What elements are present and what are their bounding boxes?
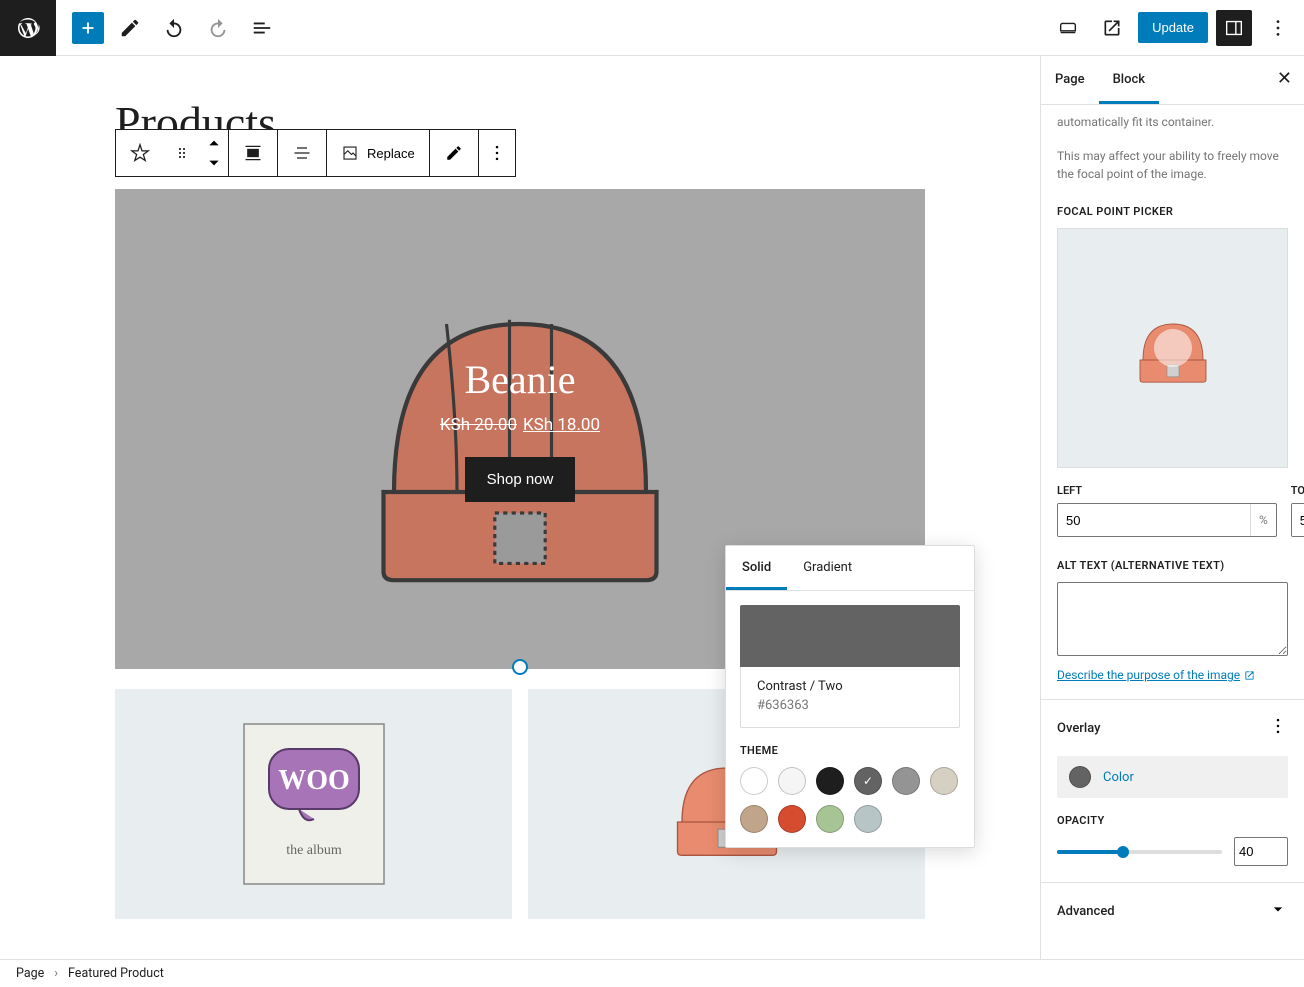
opacity-label: OPACITY (1057, 814, 1288, 827)
drag-handle[interactable] (164, 130, 200, 176)
add-block-button[interactable] (72, 12, 104, 44)
replace-button[interactable]: Replace (327, 130, 429, 176)
gradient-tab[interactable]: Gradient (787, 546, 868, 590)
selected-color-swatch[interactable] (740, 605, 960, 667)
align-button[interactable] (229, 130, 277, 176)
theme-color-swatch[interactable] (816, 805, 844, 833)
top-toolbar: Update (0, 0, 1304, 56)
left-input[interactable] (1058, 504, 1250, 536)
overlay-panel-header[interactable]: Overlay (1041, 699, 1304, 756)
focal-note: This may affect your ability to freely m… (1057, 147, 1288, 183)
opacity-input[interactable] (1234, 837, 1288, 866)
theme-color-swatch[interactable] (892, 767, 920, 795)
color-hex: #636363 (757, 698, 943, 713)
more-options-button[interactable] (479, 130, 515, 176)
featured-product-price[interactable]: KSh 20.00KSh 18.00 (440, 415, 600, 435)
overlay-color-swatch (1069, 766, 1091, 788)
theme-color-swatch[interactable] (740, 805, 768, 833)
edit-button[interactable] (430, 130, 478, 176)
redo-button[interactable] (200, 10, 236, 46)
block-breadcrumb: Page › Featured Product (0, 959, 1304, 987)
alt-text-input[interactable] (1057, 582, 1288, 656)
page-tab[interactable]: Page (1041, 56, 1099, 104)
undo-button[interactable] (156, 10, 192, 46)
fit-note: automatically fit its container. (1057, 113, 1288, 131)
advanced-panel-header[interactable]: Advanced (1041, 882, 1304, 939)
theme-colors-label: THEME (740, 744, 960, 757)
view-button[interactable] (1050, 10, 1086, 46)
document-overview-button[interactable] (244, 10, 280, 46)
shop-now-button[interactable]: Shop now (465, 457, 576, 502)
overlay-options-icon[interactable] (1268, 716, 1288, 740)
breadcrumb-featured-product[interactable]: Featured Product (68, 966, 164, 981)
featured-product-title[interactable]: Beanie (464, 356, 575, 403)
theme-color-swatch[interactable] (778, 767, 806, 795)
opacity-slider[interactable] (1057, 850, 1222, 854)
solid-tab[interactable]: Solid (726, 546, 787, 590)
move-down-button[interactable] (200, 153, 228, 173)
focal-point-handle[interactable] (1154, 329, 1192, 367)
settings-sidebar: Page Block ✕ automatically fit its conta… (1040, 56, 1304, 959)
color-picker-popover: Solid Gradient Contrast / Two #636363 TH… (725, 545, 975, 848)
breadcrumb-separator-icon: › (54, 966, 58, 981)
focal-picker-label: FOCAL POINT PICKER (1057, 205, 1288, 218)
wp-logo[interactable] (0, 0, 56, 56)
top-label: TOP (1291, 484, 1304, 497)
alt-text-label: ALT TEXT (ALTERNATIVE TEXT) (1057, 559, 1288, 572)
theme-color-swatch[interactable] (778, 805, 806, 833)
content-align-button[interactable] (278, 130, 326, 176)
product-grid-item[interactable]: WOO the album (115, 689, 512, 919)
breadcrumb-page[interactable]: Page (16, 966, 44, 981)
top-input[interactable] (1292, 504, 1304, 536)
chevron-down-icon (1268, 899, 1288, 923)
theme-color-swatch[interactable] (816, 767, 844, 795)
editor-canvas[interactable]: Products (0, 56, 1040, 959)
block-tab[interactable]: Block (1099, 56, 1159, 104)
sidebar-toggle-button[interactable] (1216, 10, 1252, 46)
theme-color-swatch[interactable] (930, 767, 958, 795)
tools-button[interactable] (112, 10, 148, 46)
block-type-button[interactable] (116, 130, 164, 176)
focal-point-picker[interactable] (1057, 228, 1288, 468)
block-toolbar: Replace (115, 129, 516, 177)
options-button[interactable] (1260, 10, 1296, 46)
theme-color-swatches (740, 767, 960, 833)
theme-color-swatch[interactable] (854, 767, 882, 795)
alt-text-help-link[interactable]: Describe the purpose of the image (1057, 668, 1255, 682)
close-sidebar-button[interactable]: ✕ (1265, 56, 1304, 104)
theme-color-swatch[interactable] (740, 767, 768, 795)
theme-color-swatch[interactable] (854, 805, 882, 833)
svg-text:WOO: WOO (278, 765, 350, 796)
preview-button[interactable] (1094, 10, 1130, 46)
svg-text:the album: the album (286, 843, 342, 858)
overlay-color-button[interactable]: Color (1057, 756, 1288, 798)
color-name: Contrast / Two (757, 679, 943, 694)
left-unit: % (1250, 504, 1276, 536)
update-button[interactable]: Update (1138, 12, 1208, 43)
left-label: LEFT (1057, 484, 1277, 497)
move-up-button[interactable] (200, 133, 228, 153)
